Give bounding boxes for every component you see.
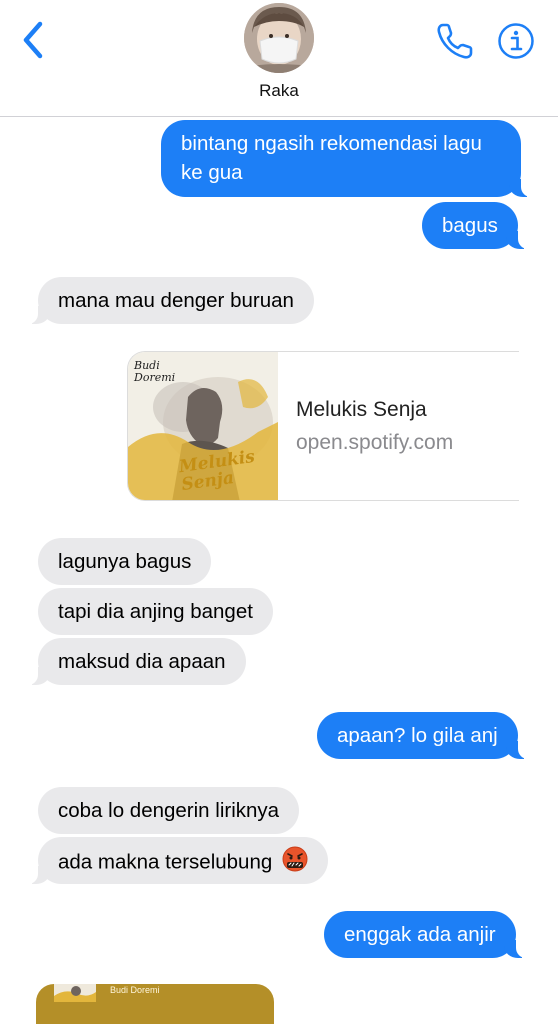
avatar-image: [244, 3, 314, 73]
message-text: ada makna terselubung: [58, 850, 273, 874]
message-bubble-incoming[interactable]: tapi dia anjing banget: [38, 588, 273, 635]
message-text: bagus: [442, 214, 498, 237]
conversation-header: Raka: [0, 0, 558, 117]
message-text: lagunya bagus: [58, 550, 192, 573]
back-button[interactable]: [16, 18, 56, 62]
message-bubble-incoming[interactable]: lagunya bagus: [38, 538, 212, 585]
contact-name[interactable]: Raka: [0, 81, 558, 101]
message-bubble-incoming[interactable]: maksud dia apaan: [24, 638, 246, 685]
message-text: enggak ada anjir: [344, 923, 496, 946]
message-bubble-incoming[interactable]: coba lo dengerin liriknya: [38, 787, 300, 834]
message-text: mana mau denger buruan: [58, 289, 294, 312]
link-domain: open.spotify.com: [296, 431, 454, 454]
phone-icon: [437, 23, 473, 59]
message-bubble-incoming[interactable]: ada makna terselubung: [24, 837, 328, 884]
message-text: apaan? lo gila anj: [337, 724, 498, 747]
info-button[interactable]: [496, 21, 536, 61]
message-text: bintang ngasih rekomendasi lagu ke gua: [181, 132, 482, 184]
spotify-link-preview[interactable]: Budi Doremi Melukis Senja Melukis Senja …: [127, 351, 519, 501]
media-preview-card[interactable]: Budi Doremi: [36, 984, 274, 1024]
album-artist-logo: Budi Doremi: [134, 359, 176, 384]
album-art-thumbnail: Budi Doremi Melukis Senja: [128, 352, 278, 500]
face-with-symbols-on-mouth-icon: [282, 846, 308, 880]
media-thumbnail: [54, 984, 96, 1002]
contact-avatar[interactable]: [244, 3, 314, 73]
media-label: Budi Doremi: [110, 985, 160, 995]
message-text: maksud dia apaan: [58, 650, 226, 673]
message-text: tapi dia anjing banget: [58, 600, 253, 623]
chevron-left-icon: [23, 21, 43, 59]
link-title: Melukis Senja: [296, 398, 427, 421]
message-bubble-outgoing[interactable]: bintang ngasih rekomendasi lagu ke gua: [161, 120, 535, 197]
message-bubble-outgoing[interactable]: bagus: [422, 202, 532, 249]
info-icon: [498, 23, 534, 59]
message-text: coba lo dengerin liriknya: [58, 799, 280, 822]
call-button[interactable]: [434, 20, 476, 62]
message-bubble-outgoing[interactable]: apaan? lo gila anj: [317, 712, 532, 759]
message-bubble-outgoing[interactable]: enggak ada anjir: [324, 911, 530, 958]
message-bubble-incoming[interactable]: mana mau denger buruan: [24, 277, 314, 324]
